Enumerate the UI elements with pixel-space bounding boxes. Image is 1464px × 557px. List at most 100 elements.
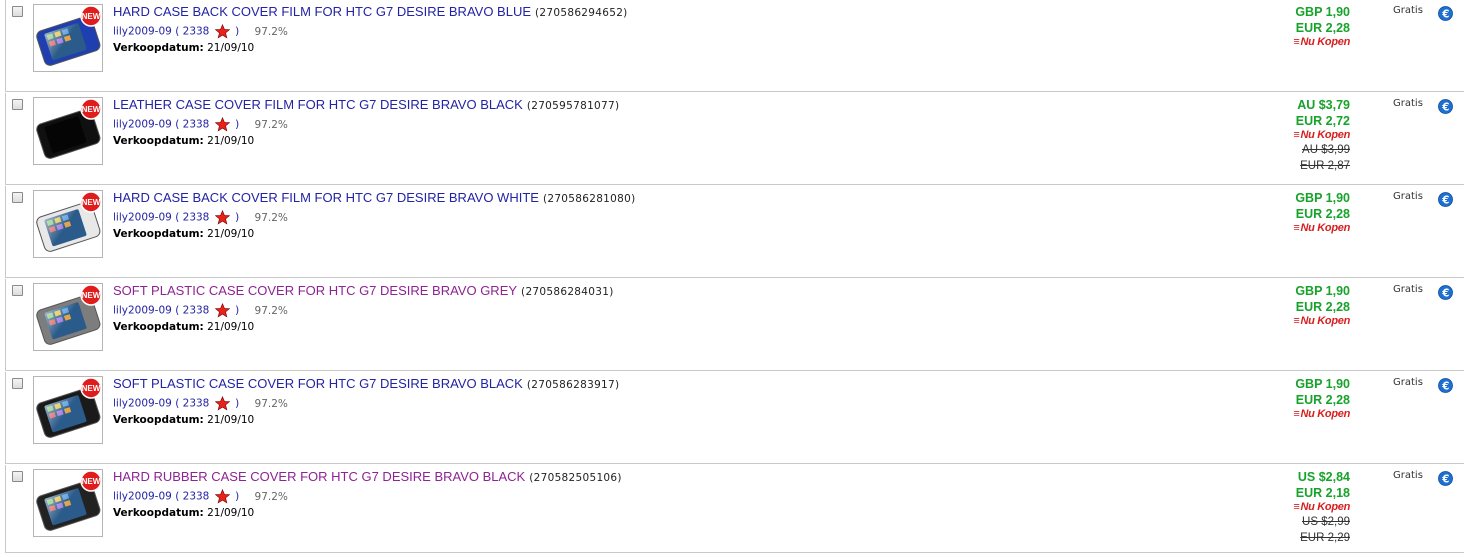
price-converted: EUR 2,72 <box>1295 114 1350 128</box>
feedback-close: ) <box>235 490 240 503</box>
red-star-icon[interactable] <box>214 303 230 318</box>
seller-info: lily2009-09 ( 2338 ) 97.2% <box>113 303 288 318</box>
seller-link[interactable]: lily2009-09 <box>113 26 172 38</box>
price-primary: AU $3,79 <box>1297 98 1350 112</box>
select-checkbox[interactable] <box>12 285 23 296</box>
listing-row: NEW SOFT PLASTIC CASE COVER FOR HTC G7 D… <box>5 372 1464 464</box>
feedback-open: ( <box>175 397 180 410</box>
feedback-close: ) <box>235 118 240 131</box>
red-star-icon[interactable] <box>214 396 230 411</box>
seller-info: lily2009-09 ( 2338 ) 97.2% <box>113 489 288 504</box>
item-title-link[interactable]: HARD CASE BACK COVER FILM FOR HTC G7 DES… <box>113 190 539 205</box>
select-checkbox[interactable] <box>12 192 23 203</box>
shipping-cost: Gratis <box>1393 191 1423 202</box>
feedback-score-link[interactable]: 2338 <box>183 398 210 410</box>
new-badge: NEW <box>82 12 101 21</box>
item-title-link[interactable]: LEATHER CASE COVER FILM FOR HTC G7 DESIR… <box>113 97 523 112</box>
red-star-icon[interactable] <box>214 117 230 132</box>
buy-now-label: Nu Kopen <box>1300 129 1350 141</box>
feedback-score-link[interactable]: 2338 <box>183 212 210 224</box>
price-converted: EUR 2,18 <box>1295 486 1350 500</box>
red-star-icon[interactable] <box>214 489 230 504</box>
sale-date-label: Verkoopdatum: <box>113 414 204 426</box>
buy-now-badge[interactable]: ≡Nu Kopen <box>1246 222 1350 235</box>
buy-now-badge[interactable]: ≡Nu Kopen <box>1246 408 1350 421</box>
price-column: US $2,84 EUR 2,18 ≡Nu Kopen US $2,99 EUR… <box>1246 469 1350 546</box>
buy-now-icon: ≡ <box>1293 129 1300 141</box>
seller-info: lily2009-09 ( 2338 ) 97.2% <box>113 24 288 39</box>
select-checkbox[interactable] <box>12 99 23 110</box>
seller-info: lily2009-09 ( 2338 ) 97.2% <box>113 396 288 411</box>
title-line: HARD RUBBER CASE COVER FOR HTC G7 DESIRE… <box>113 469 622 484</box>
old-price-converted: EUR 2,87 <box>1300 160 1350 172</box>
new-badge: NEW <box>82 105 101 114</box>
select-checkbox[interactable] <box>12 471 23 482</box>
price-column: AU $3,79 EUR 2,72 ≡Nu Kopen AU $3,99 EUR… <box>1246 97 1350 174</box>
buy-now-badge[interactable]: ≡Nu Kopen <box>1246 129 1350 142</box>
red-star-icon[interactable] <box>214 24 230 39</box>
item-thumbnail[interactable]: NEW <box>33 376 103 444</box>
euro-icon: € <box>1438 192 1453 207</box>
seller-link[interactable]: lily2009-09 <box>113 212 172 224</box>
price-converted: EUR 2,28 <box>1295 207 1350 221</box>
sale-date-label: Verkoopdatum: <box>113 42 204 54</box>
seller-link[interactable]: lily2009-09 <box>113 305 172 317</box>
item-thumbnail[interactable]: NEW <box>33 97 103 165</box>
buy-now-icon: ≡ <box>1293 36 1300 48</box>
feedback-score-link[interactable]: 2338 <box>183 491 210 503</box>
seller-link[interactable]: lily2009-09 <box>113 491 172 503</box>
euro-icon: € <box>1438 99 1453 114</box>
item-title-link[interactable]: HARD RUBBER CASE COVER FOR HTC G7 DESIRE… <box>113 469 525 484</box>
price-column: GBP 1,90 EUR 2,28 ≡Nu Kopen <box>1246 283 1350 328</box>
shipping-cost: Gratis <box>1393 470 1423 481</box>
buy-now-label: Nu Kopen <box>1300 315 1350 327</box>
item-title-link[interactable]: HARD CASE BACK COVER FILM FOR HTC G7 DES… <box>113 4 531 19</box>
seller-info: lily2009-09 ( 2338 ) 97.2% <box>113 210 288 225</box>
item-thumbnail[interactable]: NEW <box>33 469 103 537</box>
new-badge: NEW <box>82 477 101 486</box>
title-line: SOFT PLASTIC CASE COVER FOR HTC G7 DESIR… <box>113 283 614 298</box>
red-star-icon[interactable] <box>214 210 230 225</box>
buy-now-badge[interactable]: ≡Nu Kopen <box>1246 36 1350 49</box>
item-thumbnail[interactable]: NEW <box>33 4 103 72</box>
sale-date: Verkoopdatum: 21/09/10 <box>113 414 254 426</box>
feedback-open: ( <box>175 118 180 131</box>
sale-date-value: 21/09/10 <box>207 414 255 426</box>
buy-now-icon: ≡ <box>1293 315 1300 327</box>
feedback-score-link[interactable]: 2338 <box>183 26 210 38</box>
buy-now-icon: ≡ <box>1293 501 1300 513</box>
seller-link[interactable]: lily2009-09 <box>113 398 172 410</box>
buy-now-badge[interactable]: ≡Nu Kopen <box>1246 501 1350 514</box>
sale-date-label: Verkoopdatum: <box>113 321 204 333</box>
buy-now-label: Nu Kopen <box>1300 408 1350 420</box>
feedback-close: ) <box>235 304 240 317</box>
feedback-percent: 97.2% <box>254 304 288 317</box>
select-checkbox[interactable] <box>12 378 23 389</box>
sale-date-label: Verkoopdatum: <box>113 135 204 147</box>
feedback-percent: 97.2% <box>254 211 288 224</box>
price-primary: GBP 1,90 <box>1295 377 1350 391</box>
feedback-open: ( <box>175 304 180 317</box>
sale-date-value: 21/09/10 <box>207 321 255 333</box>
item-number: (270586281080) <box>542 193 636 205</box>
sale-date: Verkoopdatum: 21/09/10 <box>113 321 254 333</box>
item-title-link[interactable]: SOFT PLASTIC CASE COVER FOR HTC G7 DESIR… <box>113 376 523 391</box>
feedback-score-link[interactable]: 2338 <box>183 305 210 317</box>
feedback-score-link[interactable]: 2338 <box>183 119 210 131</box>
svg-text:€: € <box>1441 473 1449 485</box>
item-title-link[interactable]: SOFT PLASTIC CASE COVER FOR HTC G7 DESIR… <box>113 283 517 298</box>
feedback-close: ) <box>235 25 240 38</box>
feedback-open: ( <box>175 25 180 38</box>
buy-now-badge[interactable]: ≡Nu Kopen <box>1246 315 1350 328</box>
seller-link[interactable]: lily2009-09 <box>113 119 172 131</box>
item-number: (270586294652) <box>535 7 628 19</box>
item-thumbnail[interactable]: NEW <box>33 283 103 351</box>
feedback-percent: 97.2% <box>254 397 288 410</box>
shipping-cost: Gratis <box>1393 5 1423 16</box>
item-thumbnail[interactable]: NEW <box>33 190 103 258</box>
svg-text:€: € <box>1441 8 1449 20</box>
euro-icon: € <box>1438 285 1453 300</box>
title-line: HARD CASE BACK COVER FILM FOR HTC G7 DES… <box>113 190 636 205</box>
item-number: (270586284031) <box>521 286 614 298</box>
select-checkbox[interactable] <box>12 6 23 17</box>
